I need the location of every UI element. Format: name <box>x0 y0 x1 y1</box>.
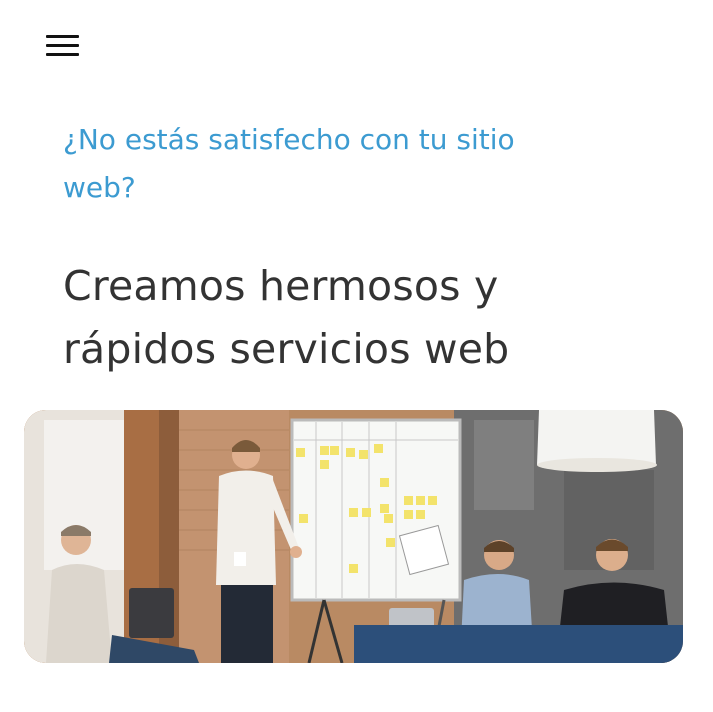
menu-line-middle <box>46 44 79 47</box>
hero-subtitle: ¿No estás satisfecho con tu sitio web? <box>63 123 515 204</box>
team-meeting-illustration <box>24 410 683 663</box>
menu-line-top <box>46 35 79 38</box>
team-meeting-photo <box>24 410 683 663</box>
hamburger-menu-icon[interactable] <box>46 33 80 59</box>
landing-page: ¿No estás satisfecho con tu sitio web? C… <box>0 0 713 712</box>
menu-line-bottom <box>46 53 79 56</box>
hero-headline: Creamos hermosos y rápidos servicios web <box>63 262 510 373</box>
